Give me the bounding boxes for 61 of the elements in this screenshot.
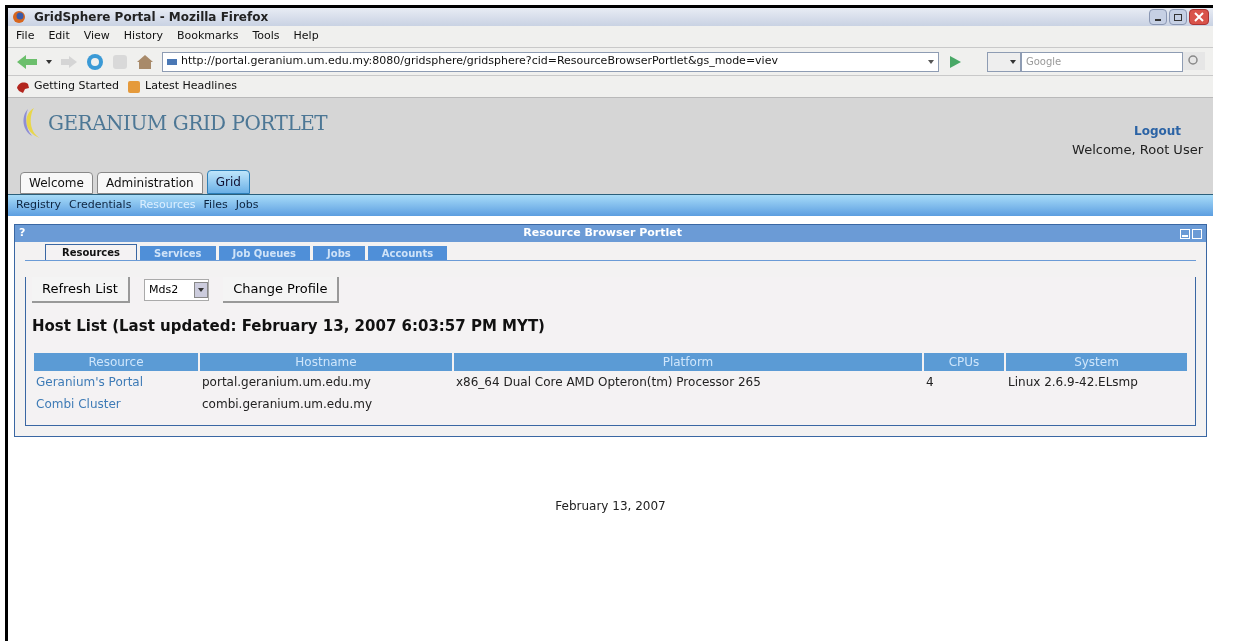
- minimize-icon[interactable]: [1180, 228, 1190, 239]
- dropdown-arrow-icon[interactable]: [46, 59, 52, 64]
- maximize-icon[interactable]: [1192, 228, 1202, 239]
- table-cell-text: portal.geranium.um.edu.my: [201, 374, 372, 391]
- menu-item[interactable]: View: [83, 28, 110, 45]
- restore-icon: [1174, 13, 1182, 21]
- site-icon: [167, 58, 177, 65]
- portal-tab[interactable]: Grid: [206, 170, 250, 194]
- change-profile-button[interactable]: Change Profile: [223, 277, 340, 303]
- menu-item[interactable]: File: [16, 28, 35, 45]
- minimize-icon: [1155, 19, 1161, 21]
- column-header: System: [1006, 353, 1187, 371]
- portlet-tab[interactable]: Resources: [45, 244, 138, 260]
- back-arrow-icon[interactable]: [16, 53, 38, 70]
- profile-value: Mds2: [148, 281, 179, 298]
- subnav-link[interactable]: Files: [203, 197, 228, 214]
- refresh-list-button[interactable]: Refresh List: [32, 277, 130, 303]
- firefox-icon: [12, 10, 26, 24]
- search-field[interactable]: Google: [1021, 51, 1183, 72]
- column-header: Resource: [34, 353, 198, 371]
- subnav-link[interactable]: Credentials: [69, 197, 132, 214]
- table-cell-text: x86_64 Dual Core AMD Opteron(tm) Processor 265: [455, 374, 762, 391]
- close-icon: [1194, 12, 1204, 22]
- dropdown-arrow-icon[interactable]: [1010, 59, 1016, 64]
- minimize-button[interactable]: [1149, 9, 1167, 25]
- welcome-text: Welcome, Root User: [1072, 141, 1203, 159]
- subnav-link[interactable]: Registry: [16, 197, 62, 214]
- resource-link[interactable]: Geranium's Portal: [34, 371, 198, 393]
- table-cell-text: combi.geranium.um.edu.my: [201, 396, 374, 413]
- portal-tab[interactable]: Administration: [96, 172, 203, 194]
- restore-button[interactable]: [1169, 9, 1187, 25]
- home-icon[interactable]: [136, 53, 154, 70]
- profile-dropdown[interactable]: Mds2: [143, 278, 210, 301]
- close-button[interactable]: [1189, 9, 1209, 25]
- bookmark-link[interactable]: Getting Started: [34, 78, 120, 95]
- column-header: CPUs: [924, 353, 1004, 371]
- column-header: Platform: [454, 353, 922, 371]
- table-cell-text: 4: [925, 374, 935, 391]
- dropdown-arrow-icon[interactable]: [928, 59, 934, 64]
- window-title: GridSphere Portal - Mozilla Firefox: [34, 9, 269, 26]
- menu-item[interactable]: Bookmarks: [177, 28, 239, 45]
- feed-icon: [127, 79, 142, 94]
- menu-item[interactable]: History: [123, 28, 163, 45]
- subnav-link[interactable]: Jobs: [235, 197, 259, 214]
- menu-item[interactable]: Tools: [252, 28, 280, 45]
- menu-item[interactable]: Help: [293, 28, 319, 45]
- portal-tab[interactable]: Welcome: [20, 172, 93, 194]
- portlet-title: Resource Browser Portlet: [522, 225, 684, 242]
- search-icon[interactable]: [1183, 51, 1205, 70]
- portal-logo-text: GERANIUM GRID PORTLET: [48, 110, 328, 137]
- column-header: Hostname: [200, 353, 452, 371]
- address-bar[interactable]: http://portal.geranium.um.edu.my:8080/gridsphere/gridsphere?cid=ResourceBrowserPortlet&gs_mode=viev: [162, 51, 939, 72]
- host-list-heading: Host List (Last updated: February 13, 2007 6:03:57 PM MYT): [32, 315, 546, 337]
- go-icon[interactable]: [947, 53, 963, 70]
- footer-date: February 13, 2007: [554, 498, 667, 515]
- menu-item[interactable]: Edit: [48, 28, 70, 45]
- logout-link[interactable]: Logout: [1134, 122, 1181, 140]
- table-cell-text: Linux 2.6.9-42.ELsmp: [1007, 374, 1139, 391]
- resource-link[interactable]: Combi Cluster: [34, 393, 198, 415]
- bookmark-link[interactable]: Latest Headlines: [145, 78, 237, 95]
- reload-icon[interactable]: [86, 52, 104, 71]
